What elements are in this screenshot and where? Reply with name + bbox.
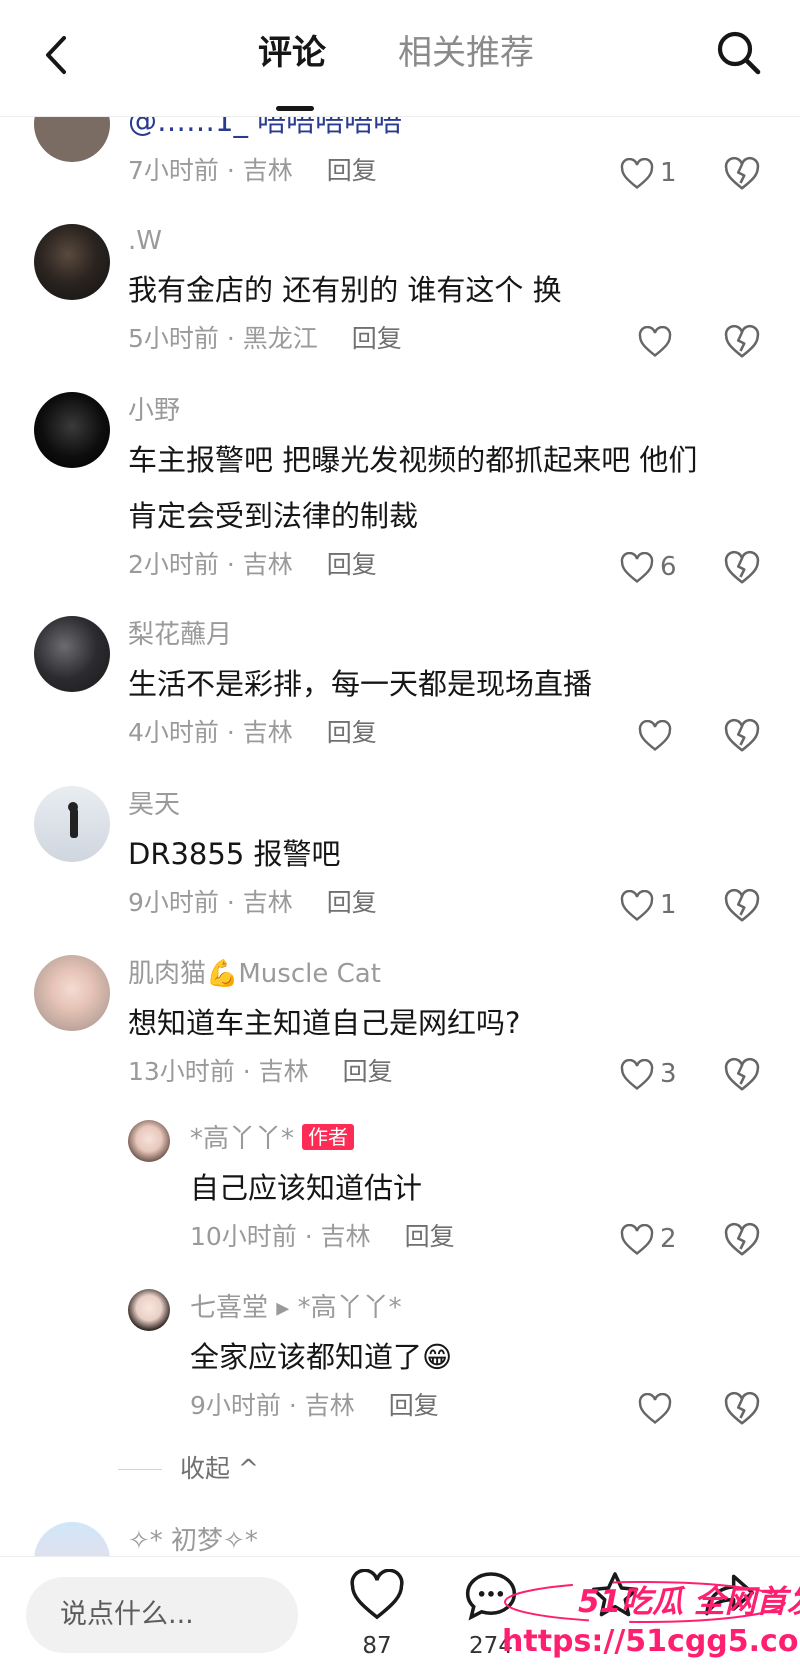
collapse-replies-button[interactable]: 收起 ^ <box>180 1452 259 1486</box>
like-count: 87 <box>362 1633 392 1659</box>
watermark-brand: 51吃瓜 全网首发 <box>578 1584 800 1620</box>
comment-meta: 9小时前 · 吉林 回复 <box>128 888 377 917</box>
comment-time: 13小时前 <box>128 1057 235 1086</box>
avatar[interactable] <box>34 224 110 300</box>
comment-meta: 9小时前 · 吉林 回复 <box>190 1391 439 1420</box>
heart-icon <box>620 1059 654 1090</box>
avatar[interactable] <box>34 616 110 692</box>
comment-time: 9小时前 <box>190 1391 281 1420</box>
reply-button[interactable]: 回复 <box>327 156 377 185</box>
heart-icon <box>620 552 654 583</box>
tab-related[interactable]: 相关推荐 <box>398 28 534 78</box>
avatar[interactable] <box>34 1522 110 1556</box>
comment-time: 4小时前 <box>128 718 219 747</box>
comment-username: *高丫丫* 作者 <box>190 1122 355 1156</box>
heart-icon <box>620 158 654 189</box>
top-bar: 评论 相关推荐 <box>0 0 800 117</box>
comment-meta: 2小时前 · 吉林 回复 <box>128 550 377 579</box>
heart-icon <box>350 1569 404 1620</box>
comment-content: 我有金店的 还有别的 谁有这个 换 <box>128 273 562 307</box>
comment-location: 黑龙江 <box>242 324 318 353</box>
back-arrow-icon[interactable] <box>36 30 76 80</box>
comment-meta: 10小时前 · 吉林 回复 <box>190 1222 455 1251</box>
comment-meta: 13小时前 · 吉林 回复 <box>128 1057 393 1086</box>
broken-heart-icon[interactable] <box>724 1057 760 1093</box>
reply-button[interactable]: 回复 <box>352 324 402 353</box>
comment-username[interactable]: 梨花蘸月 <box>128 618 232 652</box>
comment-content: 生活不是彩排，每一天都是现场直播 <box>128 667 593 701</box>
reply-button[interactable]: 回复 <box>389 1391 439 1420</box>
comment-username[interactable]: .W <box>128 224 162 258</box>
comment-time: 9小时前 <box>128 888 219 917</box>
comment-list[interactable]: @……1_ 唔唔唔唔唔 7小时前 · 吉林 回复 1 .W 我有金店的 还有别的 … <box>0 0 800 1556</box>
broken-heart-icon[interactable] <box>724 1391 760 1427</box>
author-badge: 作者 <box>302 1124 355 1150</box>
comment-location: 吉林 <box>242 888 293 917</box>
avatar[interactable] <box>34 955 110 1031</box>
broken-heart-icon[interactable] <box>724 888 760 924</box>
reply-button[interactable]: 回复 <box>405 1222 455 1251</box>
like-action[interactable]: 87 <box>342 1569 412 1665</box>
comment-username[interactable]: 昊天 <box>128 788 180 822</box>
comment-meta: 4小时前 · 吉林 回复 <box>128 718 377 747</box>
broken-heart-icon[interactable] <box>724 718 760 754</box>
comment-content: 想知道车主知道自己是网红吗? <box>128 1006 521 1040</box>
reply-button[interactable]: 回复 <box>343 1057 393 1086</box>
comment-content: DR3855 报警吧 <box>128 837 341 871</box>
reply-button[interactable]: 回复 <box>327 550 377 579</box>
broken-heart-icon[interactable] <box>724 156 760 192</box>
comment-content: 全家应该都知道了😁 <box>190 1340 453 1374</box>
comment-meta: 5小时前 · 黑龙江 回复 <box>128 324 402 353</box>
like-count: 2 <box>660 1224 677 1254</box>
broken-heart-icon[interactable] <box>724 324 760 360</box>
comment-input[interactable]: 说点什么... <box>26 1577 298 1653</box>
reply-username[interactable]: *高丫丫* <box>190 1124 294 1154</box>
avatar[interactable] <box>34 786 110 862</box>
comment-content: 肯定会受到法律的制裁 <box>128 499 419 533</box>
comment-content: 车主报警吧 把曝光发视频的都抓起来吧 他们 <box>128 443 698 477</box>
heart-icon <box>638 1393 672 1424</box>
avatar[interactable] <box>128 1289 170 1331</box>
like-count: 1 <box>660 890 677 920</box>
avatar[interactable] <box>34 392 110 468</box>
avatar[interactable] <box>128 1120 170 1162</box>
comment-time: 10小时前 <box>190 1222 297 1251</box>
comment-meta: 7小时前 · 吉林 回复 <box>128 156 377 185</box>
comment-location: 吉林 <box>242 156 293 185</box>
watermark-url: https://51cgg5.com <box>502 1624 800 1659</box>
heart-icon <box>620 1224 654 1255</box>
reply-button[interactable]: 回复 <box>327 718 377 747</box>
broken-heart-icon[interactable] <box>724 550 760 586</box>
tab-indicator <box>276 106 314 111</box>
comment-location: 吉林 <box>320 1222 371 1251</box>
comment-time: 5小时前 <box>128 324 219 353</box>
comment-username[interactable]: ✧* 初梦✧* <box>128 1524 258 1556</box>
heart-icon <box>638 326 672 357</box>
like-count: 6 <box>660 552 677 582</box>
divider <box>118 1469 162 1470</box>
comment-location: 吉林 <box>242 550 293 579</box>
comment-time: 2小时前 <box>128 550 219 579</box>
comment-location: 吉林 <box>258 1057 309 1086</box>
broken-heart-icon[interactable] <box>724 1222 760 1258</box>
reply-button[interactable]: 回复 <box>327 888 377 917</box>
comment-time: 7小时前 <box>128 156 219 185</box>
tab-comments[interactable]: 评论 <box>258 28 326 78</box>
comment-location: 吉林 <box>242 718 293 747</box>
comment-input-placeholder: 说点什么... <box>60 1599 194 1630</box>
comment-username[interactable]: 小野 <box>128 394 180 428</box>
like-count: 3 <box>660 1059 677 1089</box>
heart-icon <box>620 890 654 921</box>
comment-location: 吉林 <box>304 1391 355 1420</box>
reply-username[interactable]: 七喜堂 ▸ *高丫丫* <box>190 1291 402 1325</box>
comment-username[interactable]: 肌肉猫💪Muscle Cat <box>128 957 381 991</box>
like-count: 1 <box>660 158 677 188</box>
search-icon[interactable] <box>712 26 766 80</box>
heart-icon <box>638 720 672 751</box>
comment-content: 自己应该知道估计 <box>190 1171 423 1205</box>
